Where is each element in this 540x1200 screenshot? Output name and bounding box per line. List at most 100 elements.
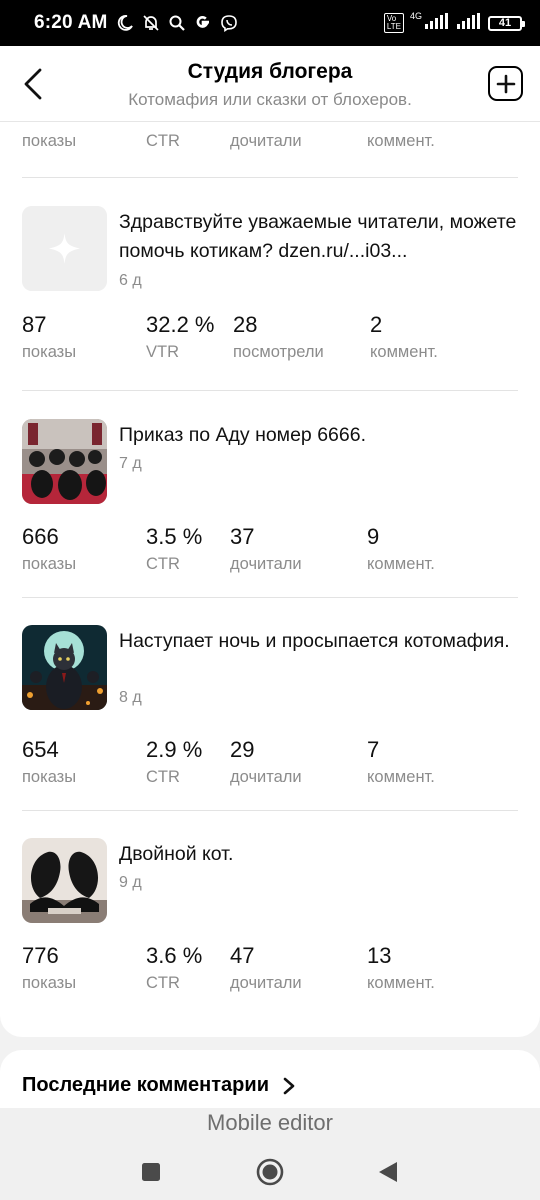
post-thumbnail — [22, 625, 107, 710]
stat-label: дочитали — [230, 974, 302, 992]
recents-button[interactable] — [131, 1152, 171, 1192]
stat-label: показы — [22, 974, 77, 992]
posts-card: показы CTR дочитали коммент. Здравствуйт… — [0, 122, 540, 1037]
stat-watched: 28 посмотрели — [233, 312, 324, 363]
stat-value: 29 — [230, 737, 255, 762]
stat-label: коммент. — [367, 132, 435, 150]
stat-comments: 2 коммент. — [370, 312, 438, 363]
stat-label: коммент. — [370, 343, 438, 361]
system-nav-bar: Mobile editor — [0, 1108, 540, 1200]
sparkle-icon — [22, 206, 107, 291]
stat-value: 3.6 % — [146, 943, 203, 968]
divider — [22, 810, 518, 811]
back-nav-button[interactable] — [368, 1152, 408, 1192]
stat-views: показы — [22, 130, 76, 152]
stat-ctr: CTR — [146, 130, 180, 152]
post-age: 9 д — [119, 874, 142, 891]
post-item[interactable]: Двойной кот. 9 д 776 показы 3.6 % CTR 47 до… — [22, 838, 518, 1018]
page-title: Студия блогера — [187, 60, 353, 83]
stat-value: 3.5 % — [146, 524, 203, 549]
stat-label: VTR — [146, 343, 179, 361]
stat-value: 654 — [22, 737, 59, 762]
divider — [22, 177, 518, 178]
circle-icon — [256, 1158, 284, 1186]
stat-label: коммент. — [367, 768, 435, 786]
mobile-editor-label: Mobile editor — [207, 1110, 333, 1135]
double-cat-image — [22, 838, 107, 923]
stat-read: 29 дочитали — [230, 737, 302, 788]
status-bar: 6:20 AM Vo LTE 4G 41 — [0, 0, 540, 46]
previous-post-stats: показы CTR дочитали коммент. — [22, 130, 518, 160]
post-thumbnail — [22, 838, 107, 923]
stat-ctr: 2.9 % CTR — [146, 737, 202, 788]
stat-comments: 13 коммент. — [367, 943, 435, 994]
stat-views: 87 показы — [22, 312, 76, 363]
stat-vtr: 32.2 % VTR — [146, 312, 215, 363]
signal-icon-2 — [456, 12, 482, 34]
stat-read: дочитали — [230, 130, 302, 152]
stat-read: 37 дочитали — [230, 524, 302, 575]
google-icon — [194, 14, 212, 32]
post-item[interactable]: Приказ по Аду номер 6666. 7 д 666 показы … — [22, 419, 518, 599]
stat-value: 47 — [230, 943, 255, 968]
stat-comments: 7 коммент. — [367, 737, 435, 788]
stat-label: дочитали — [230, 132, 302, 150]
comments-section: Последние комментарии — [0, 1050, 540, 1108]
post-thumbnail — [22, 206, 107, 291]
post-age: 6 д — [119, 272, 142, 289]
square-icon — [142, 1163, 160, 1181]
stat-label: коммент. — [367, 974, 435, 992]
comments-title: Последние комментарии — [22, 1074, 269, 1096]
stat-label: показы — [22, 768, 77, 786]
stat-label: CTR — [146, 768, 180, 786]
stat-ctr: 3.5 % CTR — [146, 524, 202, 575]
home-button[interactable] — [250, 1152, 290, 1192]
volte-icon: Vo LTE — [383, 13, 404, 33]
stat-label: коммент. — [367, 555, 435, 573]
stat-comments: коммент. — [367, 130, 435, 152]
post-title: Двойной кот. — [119, 843, 234, 865]
chevron-right-icon — [283, 1077, 295, 1094]
post-title: Здравствуйте уважаемые читатели, можете … — [119, 211, 517, 262]
network-type: 4G — [409, 11, 422, 21]
plus-icon — [496, 74, 515, 93]
stat-value: 7 — [367, 737, 380, 762]
content-area[interactable]: показы CTR дочитали коммент. Здравствуйт… — [0, 122, 540, 1108]
stat-views: 654 показы — [22, 737, 76, 788]
status-time: 6:20 AM — [34, 12, 108, 33]
page-subtitle: Котомафия или сказки от блохеров. — [128, 90, 412, 109]
stat-value: 32.2 % — [146, 312, 215, 337]
post-item[interactable]: Наступает ночь и просыпается котомафия. … — [22, 625, 518, 805]
stat-label: показы — [22, 132, 77, 150]
post-title: Наступает ночь и просыпается котомафия. — [119, 630, 510, 652]
stat-ctr: 3.6 % CTR — [146, 943, 202, 994]
post-thumbnail — [22, 419, 107, 504]
triangle-back-icon — [379, 1162, 397, 1182]
stat-views: 776 показы — [22, 943, 76, 994]
stat-comments: 9 коммент. — [367, 524, 435, 575]
divider — [22, 390, 518, 391]
stat-label: CTR — [146, 555, 180, 573]
recent-comments-link[interactable]: Последние комментарии — [22, 1074, 295, 1097]
post-age: 8 д — [119, 689, 142, 706]
stat-label: дочитали — [230, 768, 302, 786]
signal-icon — [424, 12, 450, 34]
stat-label: CTR — [146, 132, 180, 150]
post-item[interactable]: Здравствуйте уважаемые читатели, можете … — [22, 206, 518, 386]
cats-image — [22, 419, 107, 504]
add-button[interactable] — [488, 66, 523, 101]
stat-value: 2.9 % — [146, 737, 203, 762]
stat-views: 666 показы — [22, 524, 76, 575]
stat-value: 666 — [22, 524, 59, 549]
search-icon — [168, 14, 186, 32]
stat-value: 2 — [370, 312, 383, 337]
stat-value: 13 — [367, 943, 392, 968]
stat-label: показы — [22, 343, 77, 361]
moon-icon — [116, 14, 134, 32]
stat-value: 37 — [230, 524, 255, 549]
post-title: Приказ по Аду номер 6666. — [119, 424, 366, 446]
app-header: Студия блогера Котомафия или сказки от б… — [0, 46, 540, 122]
post-age: 7 д — [119, 455, 142, 472]
viber-icon — [220, 14, 238, 32]
stat-read: 47 дочитали — [230, 943, 302, 994]
